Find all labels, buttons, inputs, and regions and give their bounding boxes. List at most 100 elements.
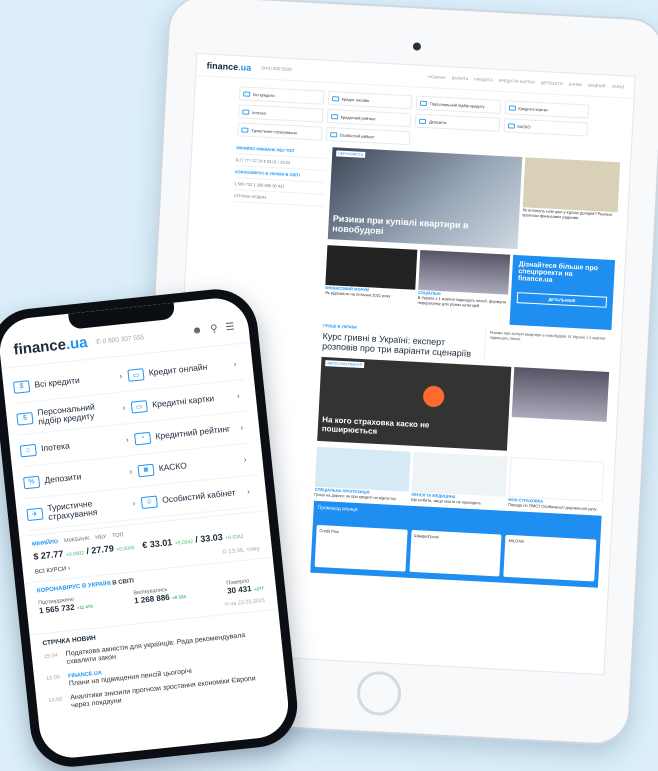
quote-side: Ризики при купівлі квартири в новобудові… xyxy=(483,329,612,367)
promo-item[interactable]: Credit Plus xyxy=(314,524,408,572)
phone-number[interactable]: ✆ 0 800 307 555 xyxy=(95,332,144,345)
chevron-right-icon: › xyxy=(233,359,237,369)
tablet-hero-tag: НЕРУХОМІСТЬ xyxy=(336,150,366,158)
phone-device: finance.ua ✆ 0 800 307 555 ☻ ⚲ ☰ $ Всі кр… xyxy=(0,285,302,771)
tablet-tile[interactable]: Кредитний рейтинг xyxy=(326,108,412,128)
tablet-card[interactable]: ФІНАНСОВИЙ ФОРУМ Як відповісти на питанн… xyxy=(324,245,418,320)
phone-logo[interactable]: finance.ua xyxy=(13,334,89,359)
rate-tab-top[interactable]: ТОП xyxy=(112,532,124,539)
user-icon: ☺ xyxy=(140,495,158,509)
covid-recovered: Вилікувались 1 268 886 +8 334 xyxy=(133,586,187,606)
tablet-nav-item[interactable]: КРЕДИТНІ КАРТКИ xyxy=(499,78,535,85)
tablet-nav-item[interactable]: ВХІДНИЙ xyxy=(588,83,606,89)
chevron-right-icon: › xyxy=(118,371,123,381)
search-icon[interactable]: ⚲ xyxy=(210,323,218,335)
phone-screen: finance.ua ✆ 0 800 307 555 ☻ ⚲ ☰ $ Всі кр… xyxy=(0,295,292,761)
card-icon xyxy=(329,131,337,137)
tablet-cards-row: ФІНАНСОВИЙ ФОРУМ Як відповісти на питанн… xyxy=(324,245,616,331)
card-icon xyxy=(330,113,338,119)
card-icon xyxy=(507,122,515,129)
covid-deaths: Померло 30 431 +277 xyxy=(226,578,265,596)
covid-tab-world[interactable]: В СВІТІ xyxy=(112,578,134,586)
tablet-phone[interactable]: (044) 500 5500 xyxy=(261,65,292,72)
rates-time: © 13:46, тому xyxy=(222,546,261,556)
promo-item[interactable]: ШвидкоГроші xyxy=(409,529,502,577)
tablet-hero-title: Ризики при купівлі квартири в новобудові xyxy=(332,213,469,236)
tablet-tile[interactable]: Депозити xyxy=(414,113,500,132)
chevron-right-icon: › xyxy=(132,498,136,509)
tablet-card[interactable]: ПЕНСІЇ ТА МЕДИЦИНА Що робити, якщо кошти… xyxy=(411,451,508,507)
news-image xyxy=(314,446,411,492)
tablet-tile[interactable]: Персональний підбір кредиту xyxy=(415,95,501,114)
tablet-hero2[interactable]: АВТОСТРАХУВАННЯ На кого страховка каско … xyxy=(317,356,512,451)
news-image xyxy=(418,249,511,295)
tablet-hero2-tag: АВТОСТРАХУВАННЯ xyxy=(325,360,365,369)
tablet-promo: Промокод місяця Credit Plus ШвидкоГроші … xyxy=(310,500,602,588)
car-icon: ◙ xyxy=(137,463,155,477)
tablet-tile[interactable]: Іпотека xyxy=(237,104,324,123)
phone-header-icons: ☻ ⚲ ☰ xyxy=(191,321,235,336)
tablet-card[interactable]: СОЦІАЛЬНІ В Україні з 1 жовтня підвищать… xyxy=(417,249,511,325)
tablet-nav-item[interactable]: ДЕПОЗИТИ xyxy=(541,80,563,86)
tablet-hero[interactable]: НЕРУХОМІСТЬ Ризики при купівлі квартири … xyxy=(327,147,523,250)
tablet-tile[interactable]: Кредит онлайн xyxy=(327,90,413,110)
menu-icon[interactable]: ☰ xyxy=(225,321,235,333)
tablet-home-button[interactable] xyxy=(355,670,403,717)
card-icon xyxy=(419,100,428,106)
news-image xyxy=(411,451,508,497)
news-image xyxy=(325,245,418,290)
tablet-nav-item[interactable]: ВАЛЮТА xyxy=(452,75,469,81)
tablet-tile[interactable]: Всі кредити xyxy=(238,86,325,105)
chevron-right-icon: › xyxy=(243,454,247,465)
tablet-card[interactable]: МОЯ СТРАХОВКА Порада по ОМС? Особливості… xyxy=(508,456,605,512)
tablet-logo[interactable]: finance.ua xyxy=(206,60,251,72)
card-icon: ▭ xyxy=(127,367,145,382)
bank-icon: ⌂ xyxy=(19,443,37,457)
card-icon xyxy=(242,108,250,115)
card-icon xyxy=(243,90,251,97)
chevron-right-icon: › xyxy=(128,466,133,477)
tablet-nav-item[interactable]: НОВИНИ xyxy=(428,74,446,80)
tablet-ad-banner[interactable]: Дізнайтеся більше про спецпроекти на fin… xyxy=(509,254,616,331)
tablet-nav: НОВИНИ ВАЛЮТА КРЕДИТИ КРЕДИТНІ КАРТКИ ДЕ… xyxy=(428,74,624,89)
tablet-card[interactable]: СПЕЦІАЛЬНА ПРОПОЗИЦІЯ Гроші на дорогу: я… xyxy=(314,446,411,502)
rate-tab-minyailo[interactable]: МІНЯЙЛО xyxy=(32,539,59,548)
tablet-nav-item[interactable]: КРЕДИТИ xyxy=(474,77,493,83)
plane-icon: ✈ xyxy=(26,507,44,521)
tablet-nav-item[interactable]: БАНКИ xyxy=(569,81,583,87)
tablet-hero2-row: АВТОСТРАХУВАННЯ На кого страховка каско … xyxy=(317,356,610,459)
all-rates-link[interactable]: ВСІ КУРСИ › xyxy=(35,566,71,576)
card-icon xyxy=(508,104,516,111)
chevron-right-icon: › xyxy=(239,423,244,433)
tablet-nav-item[interactable]: ЗАРАЗ xyxy=(611,84,624,90)
tablet-tile[interactable]: Кредитні картки xyxy=(504,100,590,119)
news-image xyxy=(522,157,621,213)
tablet-side-news[interactable]: Як вплинуть нові ціни у курсах доларів? … xyxy=(520,157,621,257)
dollar-icon: $ xyxy=(16,411,34,426)
tablet-hero2-title: На кого страховка каско не поширюється xyxy=(321,415,430,436)
tablet-main-column: НЕРУХОМІСТЬ Ризики при купівлі квартири … xyxy=(310,147,621,588)
tablet-hero-row: НЕРУХОМІСТЬ Ризики при купівлі квартири … xyxy=(327,147,621,257)
news-image xyxy=(508,456,605,502)
covid-tab-ukraine[interactable]: КОРОНАВІРУС В УКРАЇНІ xyxy=(37,581,111,595)
user-icon[interactable]: ☻ xyxy=(191,325,203,337)
dollar-icon: $ xyxy=(12,379,31,394)
phone-menu-grid: $ Всі кредити › ▭ Кредит онлайн › $ Персональ… xyxy=(2,343,268,536)
rate-tab-mizhbank[interactable]: МІЖБАНК xyxy=(64,536,90,545)
percent-icon: % xyxy=(22,475,41,489)
chevron-right-icon: › xyxy=(122,403,126,413)
promo-item[interactable]: MILOAN xyxy=(503,534,597,582)
rate-tab-nbu[interactable]: НБУ xyxy=(95,534,107,541)
chevron-right-icon: › xyxy=(246,486,251,497)
tablet-tile[interactable]: КАСКО xyxy=(503,118,589,137)
ad-button[interactable]: ДЕТАЛЬНІШЕ xyxy=(516,292,608,308)
card-icon xyxy=(331,95,339,101)
tablet-tile[interactable]: Туристичне страхування xyxy=(237,122,323,141)
ad-title: Дізнайтеся більше про спецпроекти на fin… xyxy=(517,261,599,284)
tablet-camera xyxy=(412,42,422,51)
card-icon: ▭ xyxy=(130,399,148,414)
tablet-side-news-2[interactable] xyxy=(510,367,610,459)
chevron-right-icon: › xyxy=(236,391,241,401)
tablet-tile[interactable]: Особистий кабінет xyxy=(325,126,411,146)
chevron-right-icon: › xyxy=(125,435,130,445)
